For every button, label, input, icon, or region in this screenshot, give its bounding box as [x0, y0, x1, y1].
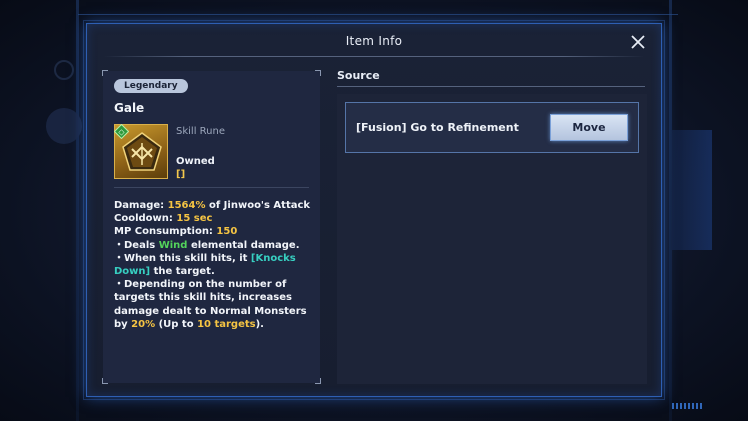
hud-background-ring: [54, 60, 74, 80]
close-icon: [631, 35, 645, 49]
effect-line-bonus: ・Depending on the number of targets this…: [114, 279, 307, 330]
skill-description: Damage: 1564% of Jinwoo's Attack Cooldow…: [114, 199, 314, 331]
source-row: [Fusion] Go to Refinement Move: [345, 102, 639, 153]
owned-count: []: [176, 169, 186, 180]
item-info-modal: Item Info Legendary Gale ◇ Skill Rune Ow…: [83, 20, 665, 400]
element-badge-icon: ◇: [114, 124, 129, 139]
item-detail-panel: Legendary Gale ◇ Skill Rune Owned [] Dam…: [102, 70, 321, 384]
effect-line-knockdown: ・When this skill hits, it [Knocks Down] …: [114, 252, 296, 278]
panel-corner: [102, 378, 108, 384]
owned-label: Owned: [176, 156, 215, 167]
panel-corner: [315, 378, 321, 384]
effect-line-wind: ・Deals Wind elemental damage.: [114, 239, 300, 251]
move-button[interactable]: Move: [550, 114, 628, 141]
damage-line: Damage: 1564% of Jinwoo's Attack: [114, 200, 311, 211]
source-label: [Fusion] Go to Refinement: [356, 121, 519, 134]
mp-line: MP Consumption: 150: [114, 226, 238, 238]
source-title: Source: [337, 69, 380, 82]
source-divider: [337, 86, 645, 87]
hud-frame-left: [76, 0, 79, 421]
panel-corner: [102, 70, 108, 76]
close-button[interactable]: [629, 33, 647, 51]
rarity-badge: Legendary: [114, 79, 188, 93]
item-type: Skill Rune: [176, 126, 225, 137]
panel-corner: [315, 70, 321, 76]
skill-rune-icon: ◇: [114, 124, 168, 179]
hud-right-glow: [672, 130, 712, 250]
item-name: Gale: [114, 101, 145, 115]
cooldown-line: Cooldown: 15 sec: [114, 213, 213, 225]
svg-text:◇: ◇: [118, 128, 125, 137]
title-divider: [103, 56, 645, 57]
modal-title: Item Info: [345, 34, 403, 48]
hud-corner-stripes: [672, 403, 702, 409]
hud-top-line: [78, 14, 678, 15]
hud-background-button: [46, 108, 82, 144]
source-panel: [Fusion] Go to Refinement Move: [337, 94, 647, 384]
detail-divider: [114, 187, 309, 188]
